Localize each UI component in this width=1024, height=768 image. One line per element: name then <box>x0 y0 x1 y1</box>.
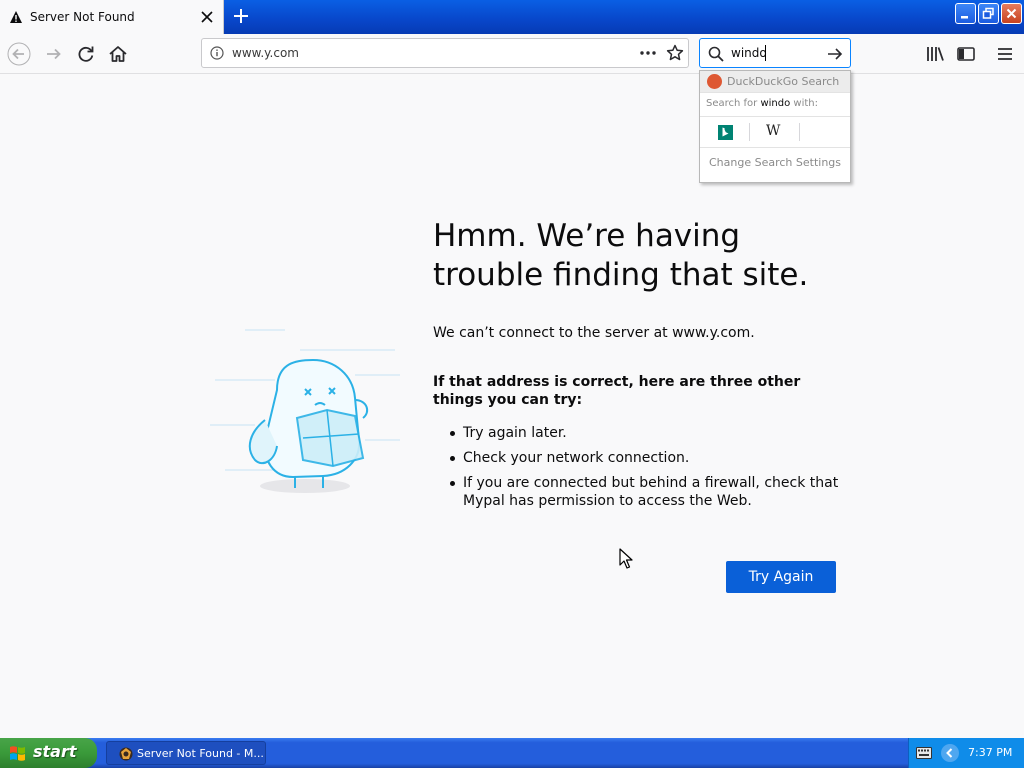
start-label: start <box>33 742 77 761</box>
windows-logo-icon <box>10 746 25 761</box>
error-illustration <box>210 329 400 493</box>
taskbar: start Server Not Found - M... 7:37 PM <box>0 738 1024 768</box>
clock[interactable]: 7:37 PM <box>968 746 1012 759</box>
duckduckgo-icon <box>707 74 722 89</box>
sidebar-icon[interactable] <box>954 42 978 66</box>
go-arrow-icon[interactable] <box>825 45 845 63</box>
one-off-engines: W <box>700 116 850 148</box>
text-caret <box>765 45 766 61</box>
engine-separator <box>799 123 800 141</box>
forward-icon[interactable] <box>42 42 66 66</box>
close-tab-icon[interactable] <box>198 8 216 26</box>
url-text[interactable]: www.y.com <box>232 46 299 60</box>
title-bar: Server Not Found <box>0 0 1024 34</box>
system-tray: 7:37 PM <box>908 738 1024 768</box>
browser-app-icon <box>119 747 133 761</box>
library-icon[interactable] <box>923 42 947 66</box>
bing-engine-button[interactable] <box>700 117 750 147</box>
back-icon[interactable] <box>7 42 31 66</box>
search-engine-row[interactable]: DuckDuckGo Search <box>700 71 850 93</box>
wikipedia-engine-button[interactable]: W <box>750 117 800 147</box>
taskbar-item-browser[interactable]: Server Not Found - M... <box>106 741 266 765</box>
suggestion-list: Try again later. Check your network conn… <box>448 424 848 517</box>
url-bar[interactable]: www.y.com <box>201 38 689 68</box>
keyboard-icon[interactable] <box>916 747 932 759</box>
info-icon[interactable] <box>210 46 224 60</box>
restore-icon <box>982 7 994 19</box>
search-for-text: Search for windo with: <box>706 98 818 109</box>
mouse-cursor-icon <box>619 548 633 569</box>
page-actions-icon[interactable] <box>638 44 658 62</box>
warning-icon <box>10 11 22 23</box>
chevron-left-icon <box>946 748 953 758</box>
search-for-term: windo <box>760 98 791 109</box>
search-for-suffix: with: <box>790 98 818 109</box>
tab-server-not-found[interactable]: Server Not Found <box>0 0 224 34</box>
bing-icon <box>718 125 733 140</box>
error-title: Hmm. We’re having trouble finding that s… <box>433 218 809 293</box>
error-description: We can’t connect to the server at www.y.… <box>433 325 755 341</box>
list-item: If you are connected but behind a firewa… <box>448 474 848 510</box>
new-tab-icon[interactable] <box>231 6 251 26</box>
search-input[interactable]: windo <box>731 46 767 60</box>
tab-title: Server Not Found <box>30 10 135 24</box>
close-icon <box>1006 8 1017 19</box>
change-search-settings-button[interactable]: Change Search Settings <box>700 156 850 169</box>
list-item: Try again later. <box>448 424 848 442</box>
show-hidden-icons-button[interactable] <box>941 744 959 762</box>
menu-icon[interactable] <box>993 42 1017 66</box>
bookmark-star-icon[interactable] <box>665 43 685 63</box>
bing-glyph <box>722 127 729 137</box>
navigation-toolbar: www.y.com windo <box>0 34 1024 74</box>
reload-icon[interactable] <box>74 42 98 66</box>
search-suggestions-popup: DuckDuckGo Search Search for windo with:… <box>699 70 851 183</box>
start-button[interactable]: start <box>0 738 97 768</box>
minimize-icon <box>961 16 968 19</box>
minimize-button[interactable] <box>955 3 976 24</box>
close-window-button[interactable] <box>1001 3 1022 24</box>
search-engine-label[interactable]: DuckDuckGo Search <box>727 75 839 88</box>
restore-button[interactable] <box>978 3 999 24</box>
wikipedia-icon: W <box>766 123 781 139</box>
search-icon[interactable] <box>707 45 725 63</box>
home-icon[interactable] <box>106 42 130 66</box>
error-subtitle: If that address is correct, here are thr… <box>433 374 801 408</box>
list-item: Check your network connection. <box>448 449 848 467</box>
try-again-button[interactable]: Try Again <box>726 561 836 593</box>
taskbar-item-label: Server Not Found - M... <box>137 747 264 760</box>
search-bar[interactable]: windo <box>699 38 851 68</box>
search-for-prefix: Search for <box>706 98 761 109</box>
